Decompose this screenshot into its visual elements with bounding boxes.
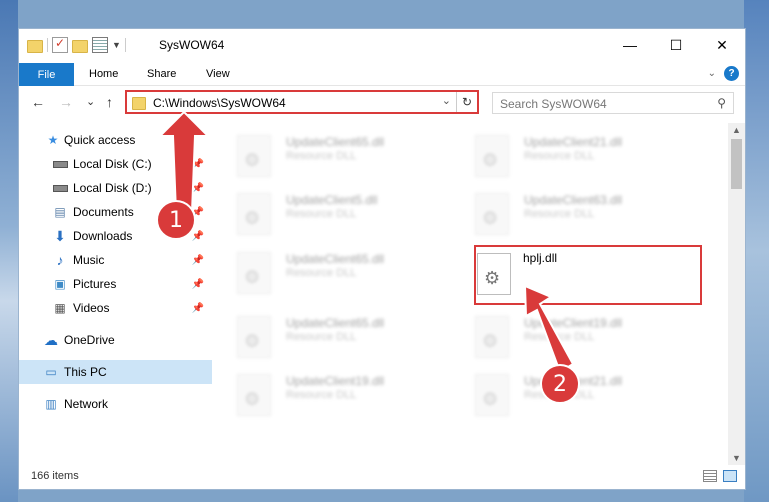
annotation-arrows xyxy=(157,110,575,374)
arrow-2-icon xyxy=(523,284,575,374)
step-2-badge: 2 xyxy=(540,364,580,404)
arrow-1-icon xyxy=(157,110,211,213)
step-1-badge: 1 xyxy=(156,200,196,240)
